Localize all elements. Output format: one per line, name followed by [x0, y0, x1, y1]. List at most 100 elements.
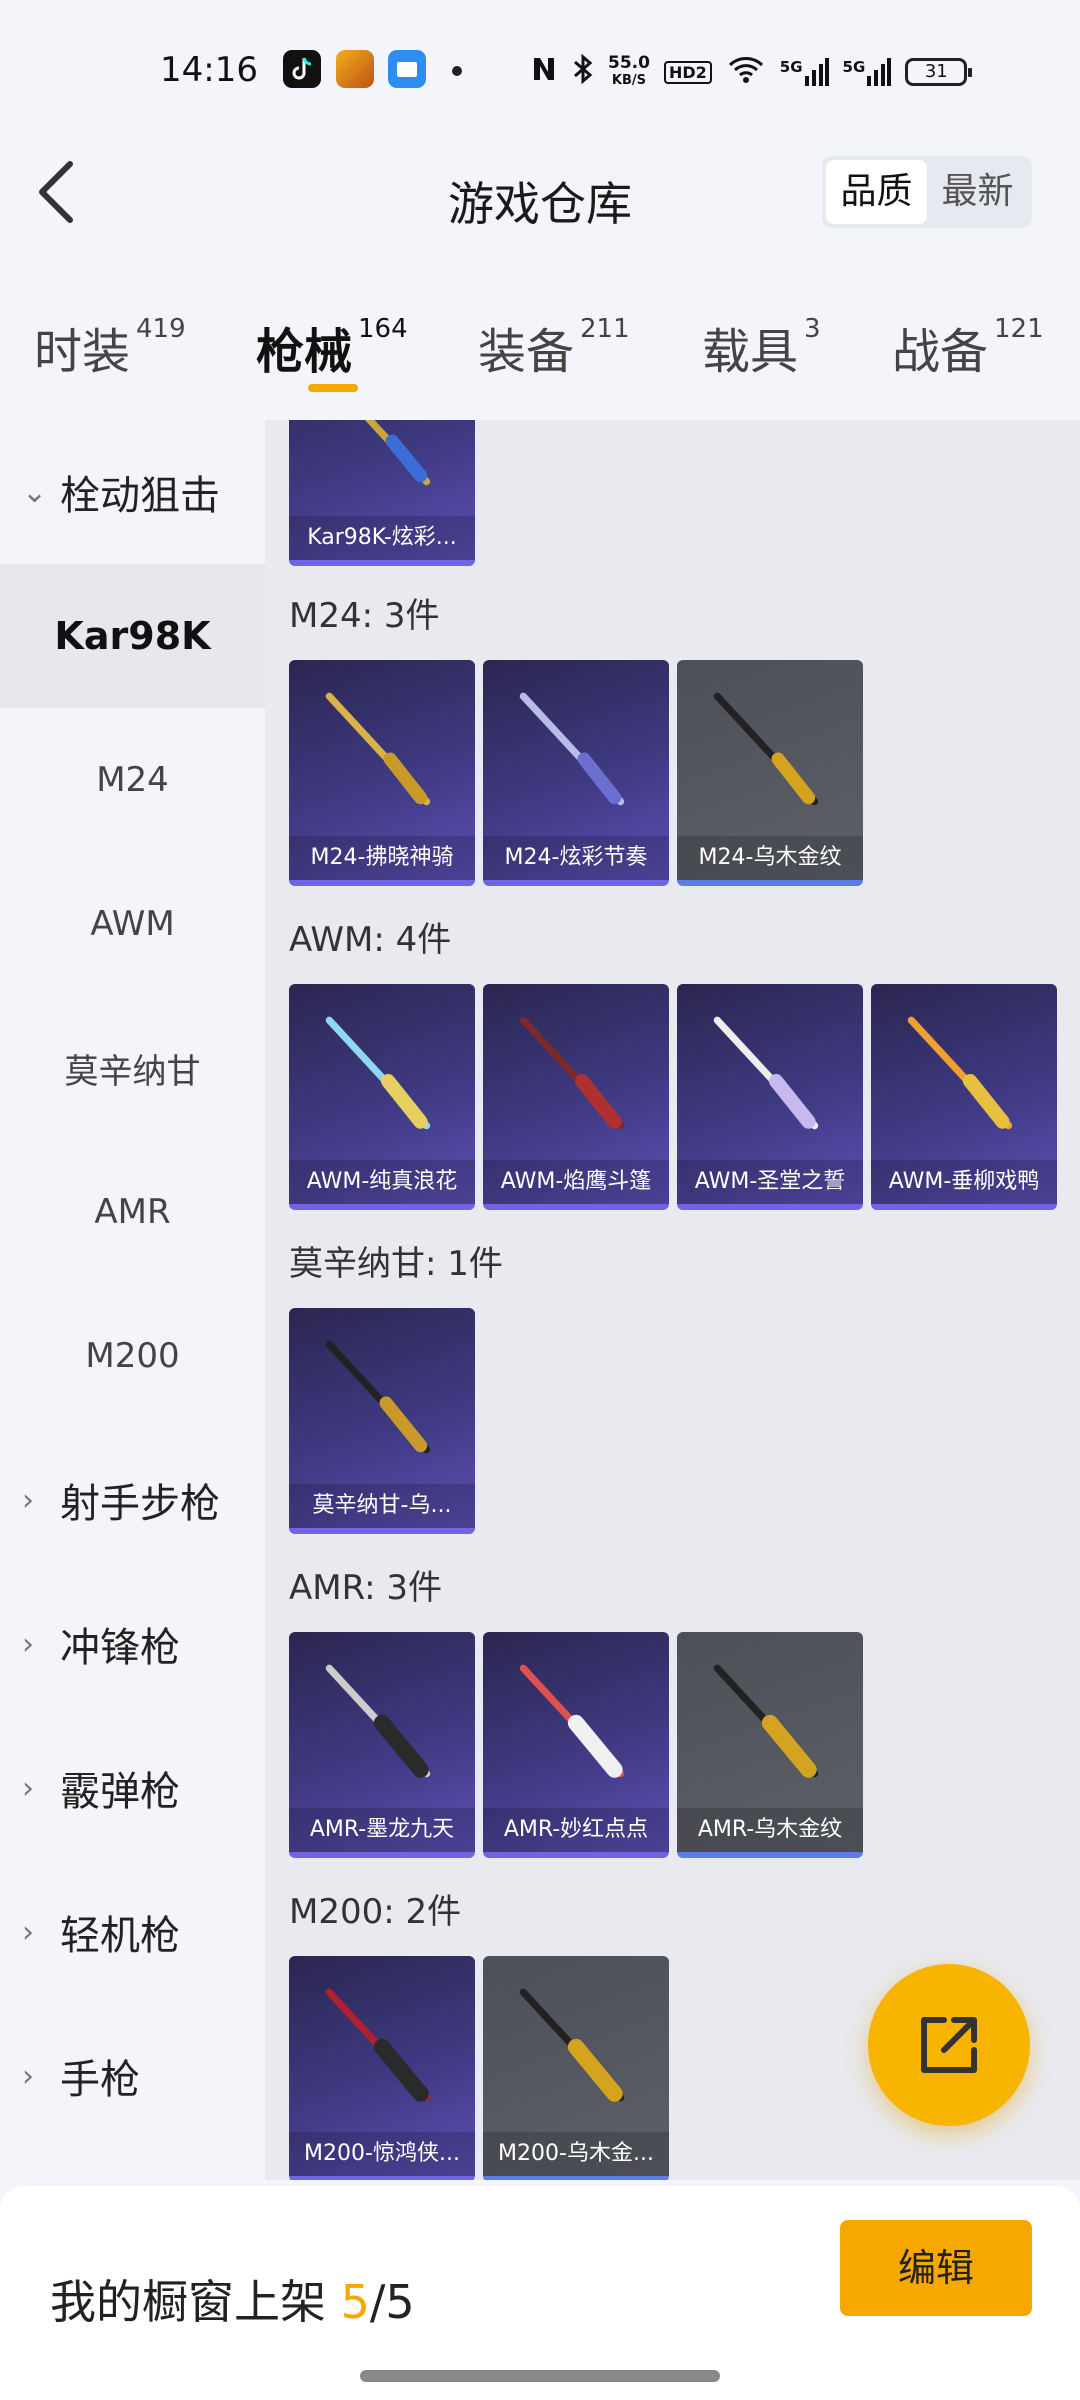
item-card[interactable]: AMR-乌木金纹: [677, 1632, 863, 1858]
tab-label: 战备: [892, 324, 989, 380]
status-bar: 14:16 55.0 KB/S HD2 5G 5G 31: [0, 0, 1080, 108]
sidebar-item-mosin[interactable]: 莫辛纳甘: [0, 996, 265, 1140]
sidebar-group-pistol[interactable]: › 手枪: [0, 2004, 265, 2148]
item-name: M24-炫彩节奏: [483, 836, 669, 880]
rifle-skin-icon: [364, 420, 431, 486]
item-card[interactable]: M200-乌木金...: [483, 1956, 669, 2180]
sidebar-group-bolt-action[interactable]: ⌄ 栓动狙击: [0, 420, 265, 564]
chevron-right-icon: ›: [22, 2058, 34, 2094]
showcase-total-count: 5: [385, 2275, 415, 2329]
notification-dot-icon: [452, 66, 462, 76]
sidebar-item-m200[interactable]: M200: [0, 1284, 265, 1428]
tab-equipment[interactable]: 装备 211: [478, 312, 630, 382]
showcase-current-count: 5: [340, 2275, 370, 2329]
item-name: AMR-妙红点点: [483, 1808, 669, 1852]
item-card[interactable]: M24-乌木金纹: [677, 660, 863, 886]
item-name: M24-拂晓神骑: [289, 836, 475, 880]
item-card[interactable]: AMR-妙红点点: [483, 1632, 669, 1858]
header: 游戏仓库 品质 最新: [0, 108, 1080, 278]
net-speed-value: 55.0: [608, 53, 650, 73]
back-arrow-icon: [39, 161, 73, 223]
share-external-icon: [921, 2017, 977, 2073]
item-card[interactable]: AWM-纯真浪花: [289, 984, 475, 1210]
item-grid[interactable]: Kar98K-炫彩... M24: 3件 M24-拂晓神骑 M24-炫彩节奏 M…: [265, 420, 1080, 2180]
item-card[interactable]: 莫辛纳甘-乌...: [289, 1308, 475, 1534]
tab-label: 载具: [702, 324, 799, 380]
sidebar-item-amr[interactable]: AMR: [0, 1140, 265, 1284]
sidebar-group-marksman[interactable]: › 射手步枪: [0, 1428, 265, 1572]
sidebar-item-label: AMR: [94, 1192, 171, 1232]
home-indicator[interactable]: [360, 2370, 720, 2382]
item-card[interactable]: AWM-垂柳戏鸭: [871, 984, 1057, 1210]
item-card[interactable]: M24-拂晓神骑: [289, 660, 475, 886]
sidebar-item-label: 莫辛纳甘: [64, 1051, 201, 1092]
item-name: AWM-纯真浪花: [289, 1160, 475, 1204]
hd-badge: HD2: [663, 60, 712, 84]
showcase-status: 我的橱窗上架 5/5: [50, 2266, 415, 2332]
sort-newest[interactable]: 最新: [927, 160, 1028, 224]
item-card[interactable]: AMR-墨龙九天: [289, 1632, 475, 1858]
tab-count: 419: [136, 314, 186, 344]
item-card[interactable]: AWM-焰鹰斗篷: [483, 984, 669, 1210]
sidebar-item-kar98k[interactable]: Kar98K: [0, 564, 265, 708]
game-app-icon: [336, 50, 374, 88]
sidebar-item-m24[interactable]: M24: [0, 708, 265, 852]
item-card[interactable]: Kar98K-炫彩...: [289, 420, 475, 566]
wifi-icon: [726, 54, 766, 90]
tab-label: 枪械: [256, 324, 353, 380]
rifle-skin-icon: [325, 1016, 431, 1130]
status-right: 55.0 KB/S HD2 5G 5G 31: [530, 48, 973, 96]
signal-1-label: 5G: [779, 58, 803, 76]
rifle-skin-icon: [713, 1016, 819, 1130]
item-card[interactable]: M24-炫彩节奏: [483, 660, 669, 886]
item-name: M24-乌木金纹: [677, 836, 863, 880]
bluetooth-icon: [572, 53, 594, 91]
tab-guns[interactable]: 枪械 164: [256, 312, 408, 382]
item-name: M200-惊鸿侠...: [289, 2132, 475, 2176]
sidebar-group-label: 霰弹枪: [60, 1769, 180, 1815]
category-tabs: 时装 419 枪械 164 装备 211 载具 3 战备 121: [0, 300, 1080, 418]
sidebar-group-label: 射手步枪: [60, 1481, 220, 1527]
chevron-right-icon: ›: [22, 1914, 34, 1950]
rifle-skin-icon: [325, 692, 431, 806]
signal-1-icon: 5G: [780, 58, 829, 86]
tab-battle-gear[interactable]: 战备 121: [892, 312, 1044, 382]
tab-fashion[interactable]: 时装 419: [34, 312, 186, 382]
sort-quality[interactable]: 品质: [826, 160, 927, 224]
files-app-icon: [388, 50, 426, 88]
item-card[interactable]: AWM-圣堂之誓: [677, 984, 863, 1210]
tab-vehicles[interactable]: 载具 3: [702, 312, 821, 382]
sidebar-item-label: AWM: [90, 904, 175, 944]
item-name: AWM-焰鹰斗篷: [483, 1160, 669, 1204]
item-name: M200-乌木金...: [483, 2132, 669, 2176]
rifle-skin-icon: [325, 1664, 431, 1778]
tab-indicator: [308, 384, 358, 392]
tiktok-icon: [283, 50, 321, 88]
section-title-mosin: 莫辛纳甘: 1件: [289, 1244, 503, 1284]
sidebar-item-awm[interactable]: AWM: [0, 852, 265, 996]
sidebar-group-label: 冲锋枪: [60, 1625, 180, 1671]
back-button[interactable]: [30, 152, 90, 232]
net-speed-unit: KB/S: [611, 73, 647, 88]
share-button[interactable]: [868, 1964, 1030, 2126]
sidebar-group-lmg[interactable]: › 轻机枪: [0, 1860, 265, 2004]
battery-icon: 31: [905, 58, 973, 86]
section-title-m24: M24: 3件: [289, 596, 440, 636]
item-card[interactable]: M200-惊鸿侠...: [289, 1956, 475, 2180]
bottom-bar: 我的橱窗上架 5/5 编辑: [0, 2186, 1080, 2400]
rifle-skin-icon: [519, 692, 625, 806]
rifle-skin-icon: [713, 692, 819, 806]
item-name: AWM-垂柳戏鸭: [871, 1160, 1057, 1204]
item-name: AMR-墨龙九天: [289, 1808, 475, 1852]
edit-button[interactable]: 编辑: [840, 2220, 1032, 2316]
nfc-icon: [530, 54, 558, 90]
sidebar-group-shotgun[interactable]: › 霰弹枪: [0, 1716, 265, 1860]
item-name: Kar98K-炫彩...: [289, 516, 475, 560]
sidebar-group-smg[interactable]: › 冲锋枪: [0, 1572, 265, 1716]
tab-label: 装备: [478, 324, 575, 380]
tab-count: 164: [358, 314, 408, 344]
sidebar-group-label: 栓动狙击: [60, 473, 220, 519]
rifle-skin-icon: [325, 1340, 431, 1454]
chevron-right-icon: ›: [22, 1626, 34, 1662]
section-title-m200: M200: 2件: [289, 1892, 462, 1932]
